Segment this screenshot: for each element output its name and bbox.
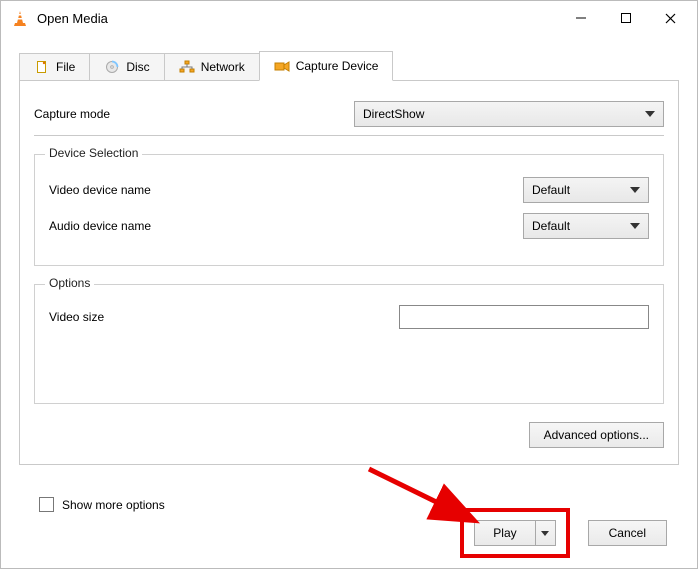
show-more-options-label: Show more options	[62, 498, 165, 512]
chevron-down-icon	[645, 111, 655, 117]
video-size-label: Video size	[49, 310, 389, 324]
cancel-button[interactable]: Cancel	[588, 520, 667, 546]
cancel-button-label: Cancel	[609, 526, 646, 540]
tab-network-label: Network	[201, 60, 245, 74]
window-title: Open Media	[37, 11, 558, 26]
vlc-cone-icon	[11, 9, 29, 27]
device-selection-group: Device Selection Video device name Defau…	[34, 154, 664, 266]
open-media-window: Open Media File	[0, 0, 698, 569]
play-dropdown-button[interactable]	[535, 521, 555, 545]
client-area: File Disc Network Capture Device	[1, 35, 697, 568]
chevron-down-icon	[630, 187, 640, 193]
video-device-value: Default	[532, 183, 570, 197]
show-more-options-checkbox[interactable]	[39, 497, 54, 512]
network-icon	[179, 59, 195, 75]
minimize-button[interactable]	[558, 3, 603, 33]
maximize-button[interactable]	[603, 3, 648, 33]
tab-disc-label: Disc	[126, 60, 149, 74]
audio-device-select[interactable]: Default	[523, 213, 649, 239]
dialog-footer: Play Cancel	[460, 508, 667, 558]
device-selection-legend: Device Selection	[45, 146, 142, 160]
tab-file-label: File	[56, 60, 75, 74]
options-group: Options Video size	[34, 284, 664, 404]
tab-disc[interactable]: Disc	[89, 53, 164, 81]
capture-device-icon	[274, 58, 290, 74]
disc-icon	[104, 59, 120, 75]
show-more-options-row: Show more options	[39, 497, 165, 512]
advanced-row: Advanced options...	[34, 422, 664, 448]
close-button[interactable]	[648, 3, 693, 33]
capture-mode-select[interactable]: DirectShow	[354, 101, 664, 127]
audio-device-row: Audio device name Default	[49, 213, 649, 239]
video-size-row: Video size	[49, 305, 649, 329]
video-device-label: Video device name	[49, 183, 513, 197]
window-controls	[558, 3, 693, 33]
chevron-down-icon	[541, 531, 549, 536]
capture-mode-row: Capture mode DirectShow	[34, 101, 664, 127]
separator	[34, 135, 664, 136]
file-icon	[34, 59, 50, 75]
audio-device-value: Default	[532, 219, 570, 233]
play-split-button[interactable]: Play	[474, 520, 555, 546]
tab-file[interactable]: File	[19, 53, 90, 81]
options-legend: Options	[45, 276, 94, 290]
capture-mode-label: Capture mode	[34, 107, 354, 121]
video-device-row: Video device name Default	[49, 177, 649, 203]
capture-panel: Capture mode DirectShow Device Selection…	[19, 81, 679, 465]
video-device-select[interactable]: Default	[523, 177, 649, 203]
titlebar: Open Media	[1, 1, 697, 35]
play-button-label: Play	[493, 526, 516, 540]
chevron-down-icon	[630, 223, 640, 229]
play-highlight-annotation: Play	[460, 508, 569, 558]
advanced-options-button[interactable]: Advanced options...	[529, 422, 664, 448]
capture-mode-value: DirectShow	[363, 107, 424, 121]
play-button[interactable]: Play	[475, 521, 534, 545]
video-size-input[interactable]	[399, 305, 649, 329]
tabs-bar: File Disc Network Capture Device	[19, 51, 679, 81]
tab-capture-device[interactable]: Capture Device	[259, 51, 394, 81]
advanced-options-label: Advanced options...	[544, 428, 649, 442]
tab-capture-device-label: Capture Device	[296, 59, 379, 73]
audio-device-label: Audio device name	[49, 219, 513, 233]
tab-network[interactable]: Network	[164, 53, 260, 81]
